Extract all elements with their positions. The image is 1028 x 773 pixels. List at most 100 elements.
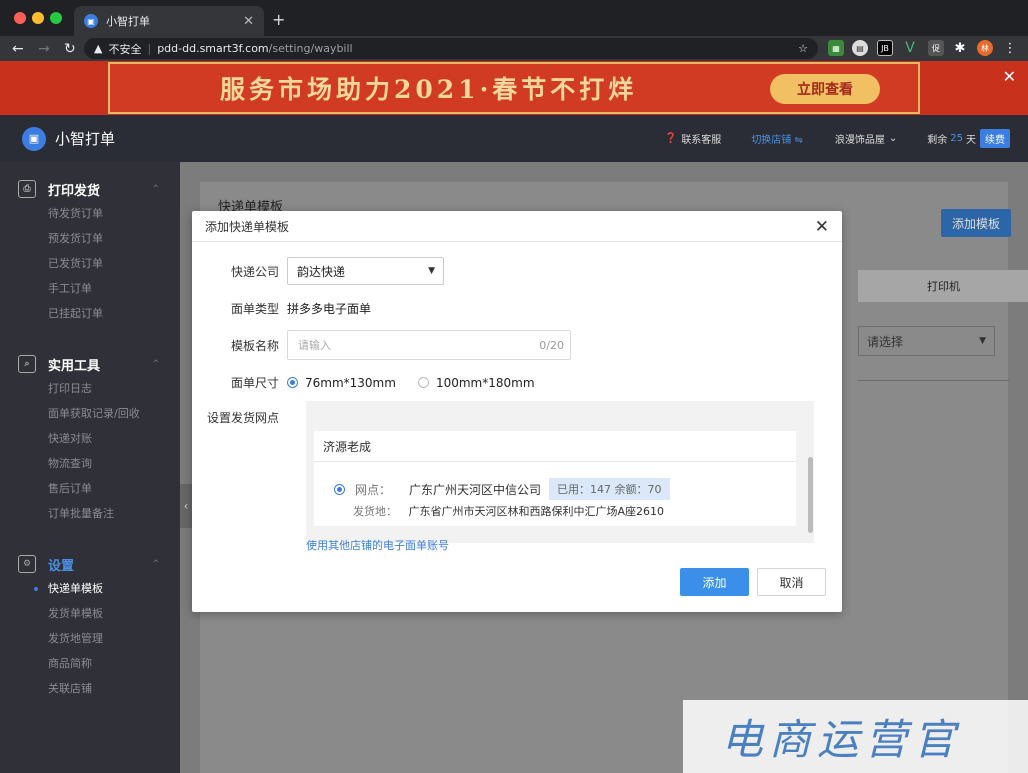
url-host: pdd-dd.smart3f.com bbox=[157, 42, 269, 55]
caret-down-icon: ▼ bbox=[979, 336, 986, 346]
sidebar-item-shipped-orders[interactable]: 已发货订单 bbox=[0, 251, 180, 276]
extension-tool-icon[interactable]: 促 bbox=[928, 40, 944, 56]
extensions-puzzle-icon[interactable]: ✱ bbox=[952, 40, 968, 56]
type-value: 拼多多电子面单 bbox=[287, 302, 372, 316]
sidebar-group-title: 设置 bbox=[48, 558, 75, 574]
sidebar: ⎙ 打印发货 ⌃ 待发货订单 预发货订单 已发货订单 手工订单 已挂起订单 ⌕ … bbox=[0, 162, 180, 773]
promo-banner[interactable]: 服务市场助力2021·春节不打烊 立即查看 ✕ bbox=[0, 61, 1028, 115]
company-select[interactable]: 韵达快递 ▼ bbox=[287, 257, 444, 285]
dialog-title: 添加快递单模板 bbox=[192, 211, 842, 242]
app-logo-icon: ▣ bbox=[22, 126, 46, 151]
sidebar-item-express-reconcile[interactable]: 快递对账 bbox=[0, 426, 180, 451]
sidebar-item-batch-remarks[interactable]: 订单批量备注 bbox=[0, 501, 180, 526]
switch-shop-link[interactable]: 切换店铺 ⇋ bbox=[751, 131, 803, 146]
chevron-up-icon: ⌃ bbox=[151, 358, 160, 370]
cancel-button[interactable]: 取消 bbox=[757, 568, 826, 596]
site-row: 设置发货网点 bbox=[192, 409, 287, 426]
forward-icon[interactable]: → bbox=[38, 41, 52, 57]
support-label: 联系客服 bbox=[681, 135, 722, 146]
tab-close-icon[interactable]: ✕ bbox=[243, 14, 254, 29]
extension-vue-icon[interactable]: V bbox=[902, 40, 918, 56]
reload-icon[interactable]: ↻ bbox=[64, 41, 78, 57]
app-name: 小智打单 bbox=[55, 130, 116, 148]
app-header: ▣ 小智打单 ❓ 联系客服 切换店铺 ⇋ 浪漫饰品屋 ⌄ 剩余 25 天 续费 bbox=[0, 115, 1028, 162]
site-list-panel[interactable]: 济源老成 网点： 广东广州天河区中信公司 已用：147 余额：70 发货地： 广… bbox=[306, 401, 814, 543]
renew-button[interactable]: 续费 bbox=[980, 129, 1010, 148]
search-doc-icon: ⌕ bbox=[18, 355, 36, 373]
back-icon[interactable]: ← bbox=[12, 41, 26, 57]
char-count: 0/20 bbox=[539, 338, 564, 352]
browser-tab[interactable]: ▣ 小智打单 ✕ bbox=[74, 6, 264, 36]
dialog-close-icon[interactable]: ✕ bbox=[815, 217, 829, 237]
banner-close-icon[interactable]: ✕ bbox=[1003, 67, 1016, 86]
banner-frame: 服务市场助力2021·春节不打烊 立即查看 bbox=[108, 62, 920, 114]
sidebar-item-print-log[interactable]: 打印日志 bbox=[0, 376, 180, 401]
panel-scrollbar[interactable] bbox=[808, 457, 813, 533]
printer-select[interactable]: 请选择 ▼ bbox=[858, 326, 995, 356]
tab-title: 小智打单 bbox=[106, 15, 150, 28]
sidebar-item-ship-address[interactable]: 发货地管理 bbox=[0, 626, 180, 651]
template-name-input[interactable]: 请输入 0/20 bbox=[287, 330, 571, 360]
bookmark-star-icon[interactable]: ☆ bbox=[798, 42, 808, 55]
warning-icon: ▲ bbox=[94, 42, 103, 55]
browser-menu-icon[interactable]: ⋮ bbox=[1002, 40, 1018, 56]
company-row: 快递公司 韵达快递 ▼ bbox=[192, 257, 444, 285]
sidebar-item-waybill-records[interactable]: 面单获取记录/回收 bbox=[0, 401, 180, 426]
url-input[interactable]: ▲ 不安全 | pdd-dd.smart3f.com /setting/wayb… bbox=[84, 38, 818, 59]
sidebar-item-pre-ship-orders[interactable]: 预发货订单 bbox=[0, 226, 180, 251]
minimize-window-button[interactable] bbox=[32, 12, 44, 24]
banner-view-button[interactable]: 立即查看 bbox=[770, 74, 880, 104]
sidebar-item-invoice-template[interactable]: 发货单模板 bbox=[0, 601, 180, 626]
profile-avatar[interactable]: 林 bbox=[977, 40, 993, 56]
sidebar-item-suspended-orders[interactable]: 已挂起订单 bbox=[0, 301, 180, 326]
browser-titlebar: ▣ 小智打单 ✕ + bbox=[0, 0, 1028, 36]
add-template-button[interactable]: 添加模板 bbox=[941, 209, 1011, 237]
new-tab-icon[interactable]: + bbox=[272, 10, 285, 29]
type-label: 面单类型 bbox=[230, 302, 279, 316]
printer-icon: ⎙ bbox=[18, 180, 36, 198]
caret-down-icon: ▼ bbox=[428, 266, 435, 276]
sidebar-item-product-alias[interactable]: 商品简称 bbox=[0, 651, 180, 676]
sidebar-group-settings[interactable]: ⚙ 设置 ⌃ bbox=[0, 552, 180, 576]
support-link[interactable]: ❓ 联系客服 bbox=[665, 131, 721, 146]
other-account-link[interactable]: 使用其他店铺的电子面单账号 bbox=[306, 537, 449, 553]
sidebar-group-title: 打印发货 bbox=[48, 183, 101, 199]
extension-jb-icon[interactable]: JB bbox=[877, 40, 893, 56]
sidebar-group-tools[interactable]: ⌕ 实用工具 ⌃ bbox=[0, 352, 180, 376]
sidebar-group-print[interactable]: ⎙ 打印发货 ⌃ bbox=[0, 177, 180, 201]
confirm-add-button[interactable]: 添加 bbox=[680, 568, 749, 596]
remaining-days: 剩余 25 天 续费 bbox=[927, 129, 1010, 148]
name-label: 模板名称 bbox=[230, 338, 279, 353]
sidebar-item-waybill-template[interactable]: 快递单模板 bbox=[0, 576, 180, 601]
account-name: 济源老成 bbox=[314, 431, 796, 462]
close-window-button[interactable] bbox=[14, 12, 26, 24]
url-path: /setting/waybill bbox=[268, 42, 353, 55]
sidebar-item-manual-orders[interactable]: 手工订单 bbox=[0, 276, 180, 301]
shop-dropdown[interactable]: 浪漫饰品屋 ⌄ bbox=[835, 131, 897, 146]
sidebar-item-after-sales[interactable]: 售后订单 bbox=[0, 476, 180, 501]
size-option-100[interactable]: 100mm*180mm bbox=[417, 376, 535, 390]
site-option[interactable]: 网点： 广东广州天河区中信公司 已用：147 余额：70 bbox=[334, 478, 670, 500]
printer-select-value: 请选择 bbox=[867, 334, 904, 349]
sidebar-collapse-handle[interactable]: ‹ bbox=[180, 484, 192, 528]
sidebar-item-pending-orders[interactable]: 待发货订单 bbox=[0, 201, 180, 226]
size-label: 面单尺寸 bbox=[230, 376, 279, 390]
settings-icon: ⚙ bbox=[18, 555, 36, 573]
url-security: 不安全 bbox=[108, 42, 142, 56]
ship-value: 广东省广州市天河区林和西路保利中汇广场A座2610 bbox=[408, 505, 665, 518]
divider bbox=[858, 380, 1009, 381]
size-option-76[interactable]: 76mm*130mm bbox=[287, 376, 396, 390]
chevron-down-icon: ⌄ bbox=[888, 133, 898, 144]
size-option-label: 76mm*130mm bbox=[305, 375, 396, 390]
sidebar-item-logistics-query[interactable]: 物流查询 bbox=[0, 451, 180, 476]
extension-qr-icon[interactable]: ▦ bbox=[828, 40, 844, 56]
help-icon: ❓ bbox=[664, 133, 678, 144]
ship-address-line: 发货地： 广东省广州市天河区林和西路保利中汇广场A座2610 bbox=[353, 503, 664, 519]
header-actions: ❓ 联系客服 切换店铺 ⇋ 浪漫饰品屋 ⌄ 剩余 25 天 续费 bbox=[647, 115, 1010, 162]
sidebar-item-linked-shops[interactable]: 关联店铺 bbox=[0, 676, 180, 701]
extension-round-icon[interactable]: ▤ bbox=[852, 40, 868, 56]
maximize-window-button[interactable] bbox=[50, 12, 62, 24]
printer-column-header: 打印机 bbox=[858, 270, 1028, 302]
site-value: 广东广州天河区中信公司 bbox=[409, 482, 542, 497]
app-favicon-icon: ▣ bbox=[84, 14, 98, 28]
